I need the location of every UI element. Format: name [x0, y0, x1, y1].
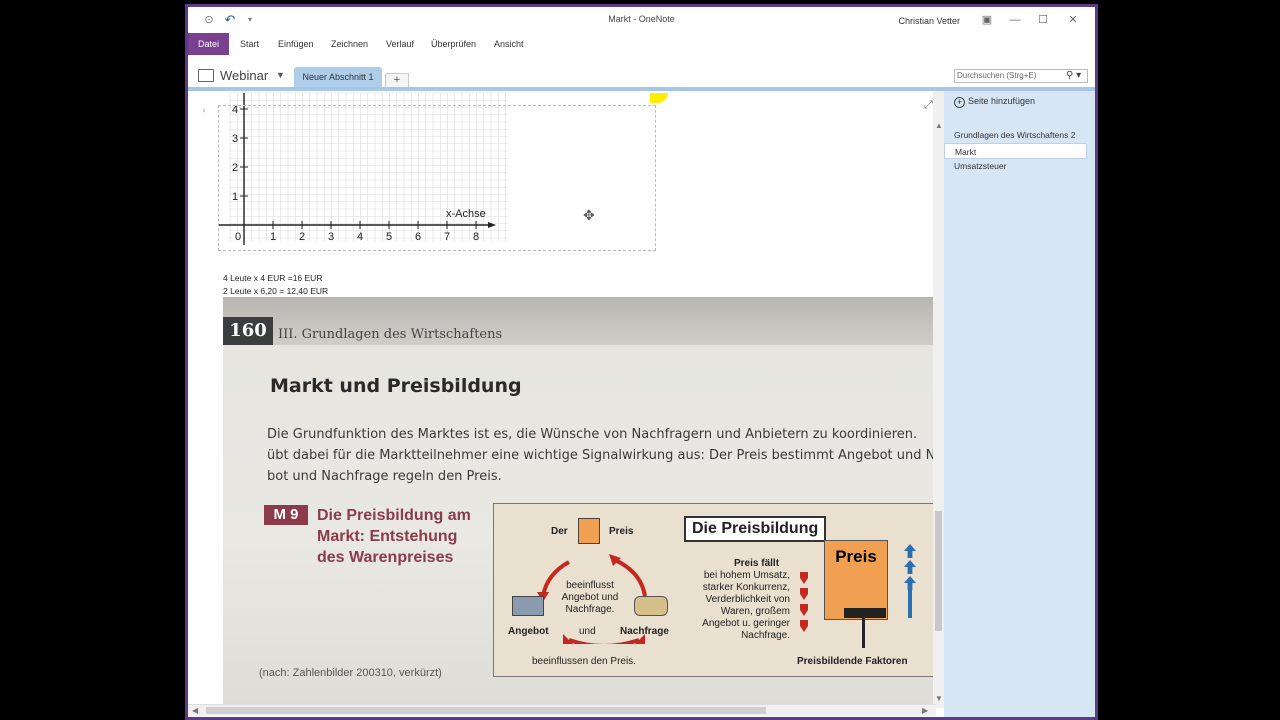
highlighter-mark	[650, 93, 668, 103]
add-section-button[interactable]: +	[385, 73, 409, 87]
help-icon[interactable]: ▣	[977, 12, 997, 28]
add-page-label: Seite hinzufügen	[968, 96, 1036, 106]
section-tab[interactable]: Neuer Abschnitt 1	[294, 67, 382, 87]
tab-datei[interactable]: Datei	[188, 33, 230, 55]
scroll-left-icon[interactable]: ◀	[192, 706, 198, 715]
sign-board	[844, 608, 886, 618]
scroll-down-icon[interactable]: ▼	[935, 694, 943, 703]
paragraph-handle-icon[interactable]: ◐	[202, 105, 207, 115]
expand-icon[interactable]: ⤢	[924, 99, 933, 112]
down-arrow-icon	[800, 588, 808, 600]
money-icon	[634, 596, 668, 616]
paragraph-line-2: übt dabei für die Marktteilnehmer eine w…	[267, 448, 936, 463]
photo-heading: Markt und Preisbildung	[270, 375, 522, 397]
diagram-und: und	[579, 626, 596, 637]
diagram-preis-word: Preis	[609, 526, 634, 537]
ribbon-tabs: Datei Start Einfügen Zeichnen Verlauf Üb…	[188, 33, 1095, 57]
down-arrow-icon	[800, 620, 808, 632]
diagram-nachfrage: Nachfrage	[620, 626, 669, 637]
add-page-button[interactable]: + Seite hinzufügen	[954, 96, 1035, 108]
page-item-grundlagen[interactable]: Grundlagen des Wirtschaftens 2	[944, 127, 1087, 143]
maximize-icon[interactable]: ☐	[1033, 12, 1053, 28]
paragraph-line-1: Die Grundfunktion des Marktes ist es, di…	[267, 427, 918, 442]
notebook-icon[interactable]	[198, 69, 214, 82]
scroll-up-icon[interactable]: ▲	[935, 121, 943, 130]
source-note: (nach: Zahlenbilder 200310, verkürzt)	[259, 667, 442, 679]
m9-title: Die Preisbildung am Markt: Entstehung de…	[317, 507, 471, 566]
scroll-right-icon[interactable]: ▶	[922, 706, 928, 715]
note-line-2[interactable]: 2 Leute x 6,20 = 12,40 EUR	[223, 286, 328, 296]
preis-faellt-label: Preis fällt	[734, 558, 780, 569]
diagram-angebot: Angebot	[508, 626, 549, 637]
price-tag-icon	[578, 518, 600, 544]
goods-box-icon	[512, 596, 544, 616]
page-item-umsatzsteuer[interactable]: Umsatzsteuer	[944, 158, 1087, 174]
down-arrow-icon	[800, 604, 808, 616]
move-handle-icon[interactable]: ✥	[583, 207, 595, 224]
user-name[interactable]: Christian Vetter	[898, 16, 960, 26]
preis-faellt-reasons: bei hohem Umsatz, starker Konkurrenz, Ve…	[702, 570, 790, 641]
up-arrow-icon	[904, 544, 916, 558]
close-icon[interactable]: ✕	[1063, 12, 1083, 28]
diagram-bottom-text: beeinflussen den Preis.	[532, 656, 636, 667]
up-arrow-icon	[904, 560, 916, 574]
minimize-icon[interactable]: —	[1005, 12, 1025, 28]
horizontal-scrollbar[interactable]: ◀ ▶	[188, 704, 936, 716]
page-item-markt[interactable]: Markt	[944, 143, 1087, 159]
notebook-name[interactable]: Webinar	[220, 68, 268, 83]
preisbildende-faktoren: Preisbildende Faktoren	[797, 656, 908, 667]
tab-zeichnen[interactable]: Zeichnen	[321, 33, 378, 55]
sign-pole	[862, 618, 865, 648]
plus-circle-icon: +	[954, 97, 965, 108]
title-bar: ⊙ ↶ ▾ Markt - OneNote Christian Vetter ▣…	[188, 7, 1095, 33]
note-line-1[interactable]: 4 Leute x 4 EUR =16 EUR	[223, 273, 322, 283]
textbook-photo[interactable]: 160 III. Grundlagen des Wirtschaftens Ma…	[223, 297, 936, 708]
onenote-window: ⊙ ↶ ▾ Markt - OneNote Christian Vetter ▣…	[185, 4, 1098, 720]
down-arrow-icon	[800, 572, 808, 584]
pages-panel: + Seite hinzufügen Grundlagen des Wirtsch…	[944, 91, 1095, 717]
up-arrow-icon	[904, 576, 916, 590]
diagram-title: Die Preisbildung	[684, 516, 827, 542]
horizontal-scroll-thumb[interactable]	[206, 707, 766, 714]
chevron-down-icon[interactable]: ▼	[276, 70, 285, 80]
preisbildung-diagram: Die Preisbildung Der Preis beeinflusst A…	[493, 503, 936, 677]
notebook-bar: Webinar ▼ Neuer Abschnitt 1 + Durchsuche…	[188, 57, 1095, 91]
vertical-scrollbar[interactable]: ▲ ▼	[933, 91, 944, 708]
page-number: 160	[223, 317, 273, 345]
m9-badge: M 9	[264, 505, 308, 525]
diagram-der: Der	[551, 526, 568, 537]
tab-ueberpruefen[interactable]: Überprüfen	[421, 33, 486, 55]
vertical-scroll-thumb[interactable]	[935, 511, 942, 631]
paragraph-line-3: bot und Nachfrage regeln den Preis.	[267, 469, 502, 484]
image-selection-frame	[218, 105, 656, 251]
up-arrow-stem	[908, 590, 912, 618]
tab-start[interactable]: Start	[230, 33, 269, 55]
chapter-title: III. Grundlagen des Wirtschaftens	[278, 327, 503, 342]
page-canvas[interactable]: ◐ ⤢ 4321 012345678 x-Achse ✥ 4 Leute x 4…	[188, 91, 936, 708]
tab-ansicht[interactable]: Ansicht	[484, 33, 534, 55]
tab-verlauf[interactable]: Verlauf	[376, 33, 424, 55]
search-icon[interactable]: ⚲ ▾	[1066, 70, 1081, 81]
tab-einfuegen[interactable]: Einfügen	[268, 33, 324, 55]
